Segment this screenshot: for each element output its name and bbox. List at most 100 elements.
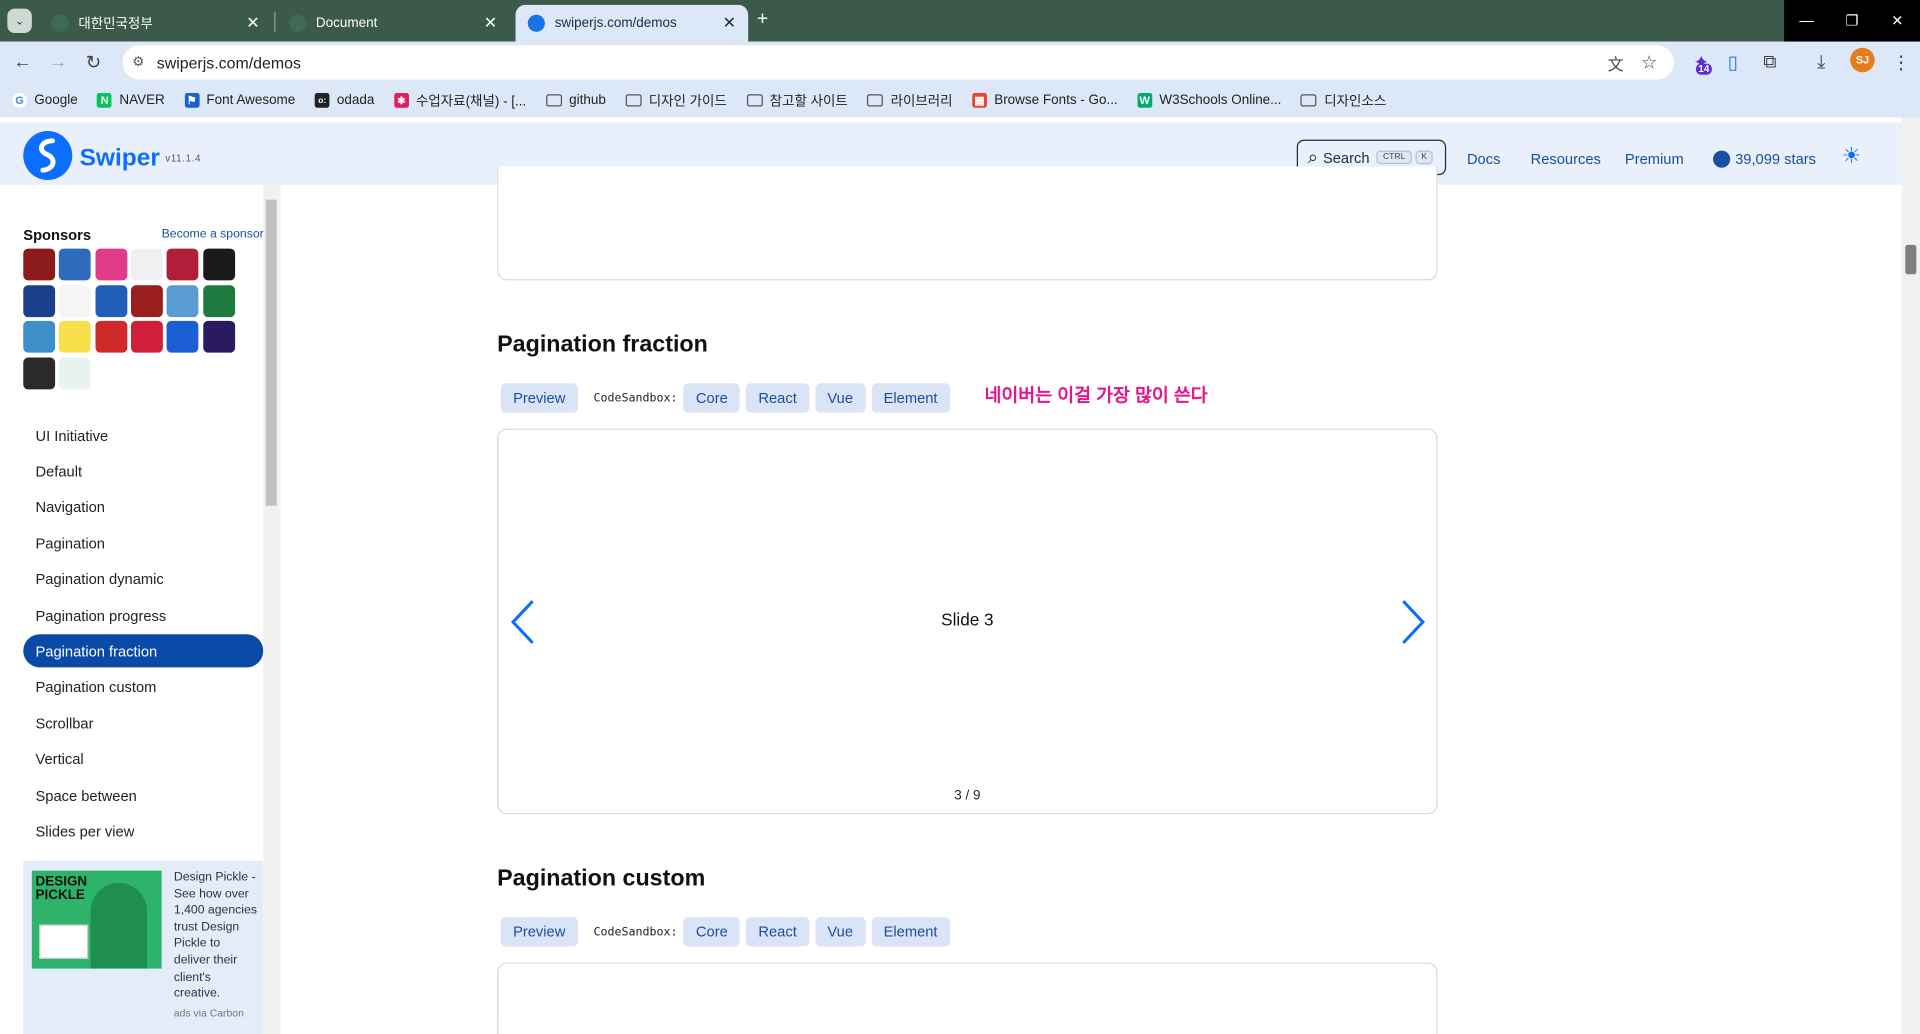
new-tab-icon[interactable]: +: [757, 9, 768, 31]
sidebar-item[interactable]: Default: [23, 455, 263, 488]
sidebar-item[interactable]: Pagination fraction: [23, 634, 264, 668]
sponsor-logo[interactable]: [202, 248, 235, 281]
sponsor-logo[interactable]: [166, 284, 199, 317]
carbon-ad[interactable]: DESIGN PICKLE Design Pickle - See how ove…: [23, 860, 264, 1034]
sponsor-logo[interactable]: [95, 320, 127, 353]
sponsor-logo[interactable]: [95, 284, 127, 317]
restore-icon[interactable]: ❐: [1829, 0, 1874, 42]
translate-icon[interactable]: 文: [1608, 51, 1624, 74]
preview-button[interactable]: Preview: [500, 383, 578, 413]
sponsor-logo[interactable]: [23, 356, 56, 389]
sponsor-logo[interactable]: [59, 320, 91, 353]
sidebar-item[interactable]: UI Initiative: [23, 419, 263, 452]
sponsor-logo[interactable]: [130, 320, 163, 353]
forward-arrow-icon[interactable]: →: [49, 51, 67, 72]
sponsor-logo[interactable]: [59, 356, 91, 389]
sponsor-logo[interactable]: [166, 248, 199, 281]
scrollbar-thumb[interactable]: [1905, 244, 1917, 275]
bookmark-folder-library[interactable]: 라이브러리: [867, 91, 953, 111]
bookmark-class-materials[interactable]: ✱ 수업자료(채널) - [...: [393, 91, 526, 111]
bookmark-google[interactable]: G Google: [12, 93, 78, 108]
web-page: Swiper v11.1.4 ⌕ Search CTRL K Docs Reso…: [0, 117, 1920, 1034]
ad-image[interactable]: DESIGN PICKLE: [31, 870, 162, 969]
ad-via[interactable]: ads via Carbon: [174, 1007, 244, 1019]
sidebar-item[interactable]: Pagination: [23, 527, 263, 560]
github-stars-link[interactable]: 39,099 stars: [1713, 150, 1816, 168]
swiper-demo-frame[interactable]: Slide 3 3 / 9: [497, 428, 1438, 815]
sponsors-heading: Sponsors: [23, 226, 92, 244]
core-button[interactable]: Core: [683, 917, 741, 947]
sponsor-logo[interactable]: [59, 248, 91, 281]
swiper-demo-frame[interactable]: [497, 962, 1438, 1034]
bookmark-font-awesome[interactable]: ⚑ Font Awesome: [184, 93, 295, 108]
puzzle-extensions-icon[interactable]: ⧉: [1763, 51, 1776, 72]
sidebar-item[interactable]: Pagination dynamic: [23, 563, 263, 596]
bookmark-folder-design-guide[interactable]: 디자인 가이드: [625, 91, 727, 111]
element-button[interactable]: Element: [871, 917, 950, 947]
next-arrow-icon[interactable]: [1400, 598, 1427, 647]
sidebar-item[interactable]: Navigation: [23, 491, 263, 524]
ad-text[interactable]: Design Pickle - See how over 1,400 agenc…: [174, 869, 260, 1002]
sponsor-logo[interactable]: [202, 284, 235, 317]
bookmark-label: 디자인 가이드: [648, 94, 727, 109]
sponsor-logo[interactable]: [23, 248, 56, 281]
sidebar-item[interactable]: Slides per view: [23, 815, 263, 848]
browser-tab[interactable]: 대한민국정부 ✕: [39, 5, 272, 42]
brand-name[interactable]: Swiper: [80, 144, 160, 172]
minimize-icon[interactable]: —: [1784, 0, 1829, 42]
nav-link-premium[interactable]: Premium: [1625, 151, 1684, 168]
core-button[interactable]: Core: [683, 383, 741, 413]
bookmark-naver[interactable]: N NAVER: [97, 93, 165, 108]
bookmark-odada[interactable]: o: odada: [314, 93, 374, 108]
close-window-icon[interactable]: ✕: [1875, 0, 1920, 42]
react-button[interactable]: React: [746, 917, 810, 947]
search-icon: ⌕: [1307, 146, 1319, 168]
kebab-menu-icon[interactable]: ⋮: [1892, 51, 1910, 74]
site-settings-icon[interactable]: ⚙: [132, 54, 144, 70]
tab-search-button[interactable]: ⌄: [7, 8, 32, 34]
sponsor-logo[interactable]: [23, 284, 56, 317]
preview-button[interactable]: Preview: [500, 917, 578, 947]
sidebar-scrollbar[interactable]: [263, 184, 281, 1034]
close-tab-icon[interactable]: ✕: [484, 13, 497, 33]
element-button[interactable]: Element: [871, 383, 950, 413]
sponsor-logo[interactable]: [95, 248, 127, 281]
sidebar-extension-icon[interactable]: ▯: [1728, 51, 1738, 74]
react-button[interactable]: React: [746, 383, 810, 413]
bookmark-w3schools[interactable]: W W3Schools Online...: [1137, 93, 1281, 108]
swiper-logo-icon[interactable]: [23, 131, 73, 181]
bookmark-folder-reference[interactable]: 참고할 사이트: [746, 91, 848, 111]
bookmark-google-fonts[interactable]: ▦ Browse Fonts - Go...: [972, 93, 1118, 108]
close-tab-icon[interactable]: ✕: [723, 13, 736, 33]
profile-avatar[interactable]: SJ: [1850, 47, 1875, 73]
sidebar-item[interactable]: Pagination progress: [23, 599, 263, 632]
nav-link-docs[interactable]: Docs: [1467, 151, 1500, 168]
vue-button[interactable]: Vue: [815, 917, 866, 947]
reload-icon[interactable]: ↻: [86, 51, 101, 74]
sidebar-item[interactable]: Scrollbar: [23, 707, 263, 740]
sponsor-logo[interactable]: [23, 320, 56, 353]
sponsor-logo[interactable]: [59, 284, 91, 317]
sidebar-item[interactable]: Pagination custom: [23, 671, 263, 704]
bookmark-folder-design-sources[interactable]: 디자인소스: [1300, 91, 1386, 111]
nav-link-resources[interactable]: Resources: [1531, 151, 1601, 168]
back-arrow-icon[interactable]: ←: [13, 51, 31, 72]
sponsor-logo[interactable]: [166, 320, 199, 353]
bookmark-folder-github[interactable]: github: [545, 93, 606, 108]
page-scrollbar[interactable]: [1901, 117, 1920, 1034]
scrollbar-thumb[interactable]: [265, 199, 277, 506]
address-bar[interactable]: swiperjs.com/demos: [122, 45, 1674, 80]
become-sponsor-link[interactable]: Become a sponsor: [162, 228, 264, 241]
browser-tab-active[interactable]: swiperjs.com/demos ✕: [515, 4, 749, 42]
bookmark-star-icon[interactable]: ☆: [1641, 51, 1657, 74]
theme-toggle-sun-icon[interactable]: ☀: [1842, 143, 1862, 169]
sponsor-logo[interactable]: [130, 248, 163, 281]
download-icon[interactable]: ⤓: [1817, 51, 1825, 72]
sidebar-item[interactable]: Vertical: [23, 743, 263, 776]
close-tab-icon[interactable]: ✕: [246, 13, 259, 33]
vue-button[interactable]: Vue: [815, 383, 866, 413]
sidebar-item[interactable]: Space between: [23, 779, 263, 812]
browser-tab[interactable]: Document ✕: [277, 5, 510, 42]
sponsor-logo[interactable]: [202, 320, 235, 353]
sponsor-logo[interactable]: [130, 284, 163, 317]
